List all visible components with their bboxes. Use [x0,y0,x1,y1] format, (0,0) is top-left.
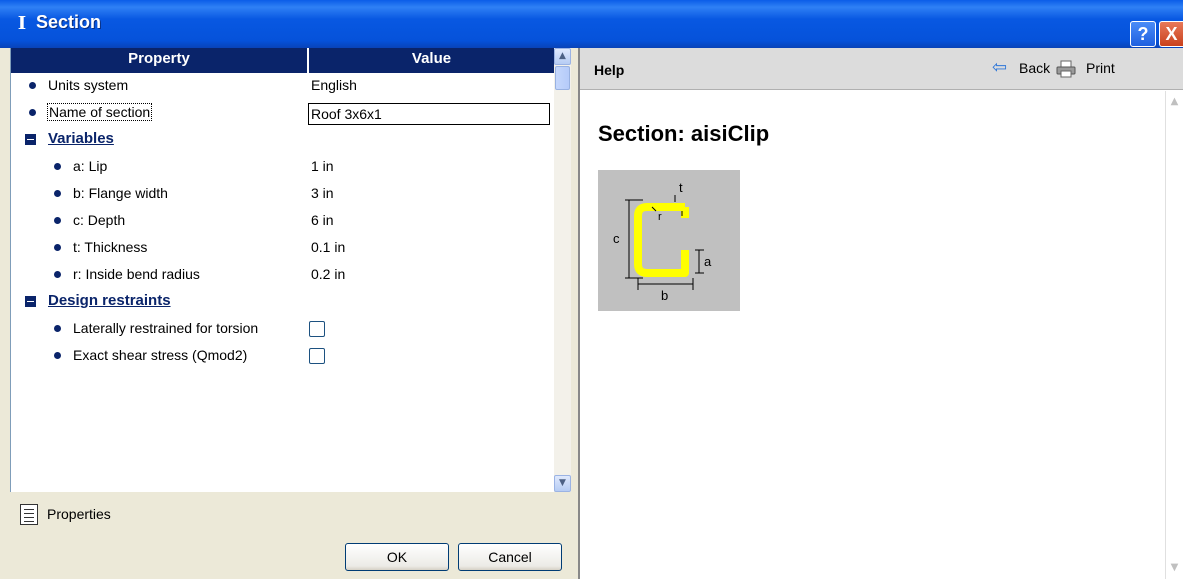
group-label-variables: Variables [48,130,114,147]
property-label: Laterally restrained for torsion [73,320,259,336]
ok-button[interactable]: OK [345,543,449,571]
grid-row-units-system[interactable]: Units system English [11,73,554,98]
print-label: Print [1086,60,1115,76]
help-content: Section: aisiClip c a b t r [580,91,1165,579]
scroll-up-icon[interactable]: ▲ [1166,93,1183,110]
scroll-down-icon[interactable]: ▼ [1166,559,1183,576]
help-panel: Help ⇦ Back Print Section: aisiClip c a … [578,48,1183,579]
bullet-icon [54,352,61,359]
cancel-button[interactable]: Cancel [458,543,562,571]
bullet-icon [54,325,61,332]
property-value[interactable]: 0.1 in [311,239,345,255]
property-value[interactable]: 6 in [311,212,334,228]
c-section-drawing: c a b t r [613,180,712,303]
property-label: r: Inside bend radius [73,266,200,282]
bullet-icon [54,163,61,170]
grid-row-inside-bend-radius[interactable]: r: Inside bend radius 0.2 in [11,262,554,287]
property-label: b: Flange width [73,185,168,201]
grid-row-depth[interactable]: c: Depth 6 in [11,208,554,233]
section-diagram: c a b t r [598,170,740,311]
label-r: r [658,211,662,223]
properties-icon [20,504,38,525]
bullet-icon [54,271,61,278]
property-value[interactable]: 0.2 in [311,266,345,282]
exact-shear-stress-checkbox[interactable] [309,348,325,364]
properties-label: Properties [47,506,111,522]
help-button[interactable]: ? [1130,21,1156,47]
close-button[interactable]: X [1159,21,1183,47]
grid-header: Property Value [11,48,554,73]
bullet-icon [54,217,61,224]
collapse-icon[interactable] [25,296,36,307]
bullet-icon [54,190,61,197]
property-value[interactable]: 3 in [311,185,334,201]
left-panel: Property Value Units system English Name… [0,48,578,579]
group-label-design-restraints: Design restraints [48,292,171,309]
section-app-icon: I [17,13,27,34]
property-label: Name of section [46,103,153,121]
help-toolbar: Help ⇦ Back Print [580,48,1183,90]
back-label: Back [1019,60,1051,76]
grid-row-lip[interactable]: a: Lip 1 in [11,154,554,179]
bullet-icon [54,244,61,251]
property-label: c: Depth [73,212,126,228]
help-vertical-scrollbar[interactable]: ▲ ▼ [1165,91,1183,579]
label-b: b [661,288,668,303]
property-value[interactable]: English [311,77,357,93]
bullet-icon [29,82,36,89]
scroll-down-icon[interactable]: ▼ [554,475,571,492]
bullet-icon [29,109,36,116]
grid-row-thickness[interactable]: t: Thickness 0.1 in [11,235,554,260]
property-grid: Property Value Units system English Name… [10,48,571,492]
collapse-icon[interactable] [25,134,36,145]
grid-row-flange-width[interactable]: b: Flange width 3 in [11,181,554,206]
group-row-design-restraints[interactable]: Design restraints [11,289,554,314]
window-title: Section [36,12,102,32]
label-c: c [613,231,620,246]
help-title: Help [594,62,625,78]
title-bar: I Section ? X [0,0,1183,48]
property-label: Exact shear stress (Qmod2) [73,347,248,363]
property-column-header[interactable]: Property [11,48,307,73]
grid-row-name-of-section[interactable]: Name of section [11,100,554,125]
grid-row-laterally-restrained[interactable]: Laterally restrained for torsion [11,316,554,341]
scroll-up-icon[interactable]: ▲ [554,48,571,65]
property-value[interactable]: 1 in [311,158,334,174]
grid-vertical-scrollbar[interactable]: ▲ ▼ [554,48,571,492]
scroll-thumb[interactable] [555,66,570,90]
label-t: t [679,180,683,195]
printer-icon [1056,60,1076,78]
name-of-section-input[interactable] [308,103,550,125]
label-a: a [704,254,712,269]
laterally-restrained-checkbox[interactable] [309,321,325,337]
group-row-variables[interactable]: Variables [11,127,554,152]
property-label: a: Lip [73,158,108,174]
back-arrow-icon: ⇦ [992,57,1008,78]
help-heading: Section: aisiClip [598,121,770,146]
value-column-header[interactable]: Value [309,48,554,73]
property-label: t: Thickness [73,239,148,255]
property-label: Units system [48,77,129,93]
properties-tab[interactable]: Properties [10,498,570,532]
grid-row-exact-shear-stress[interactable]: Exact shear stress (Qmod2) [11,343,554,368]
